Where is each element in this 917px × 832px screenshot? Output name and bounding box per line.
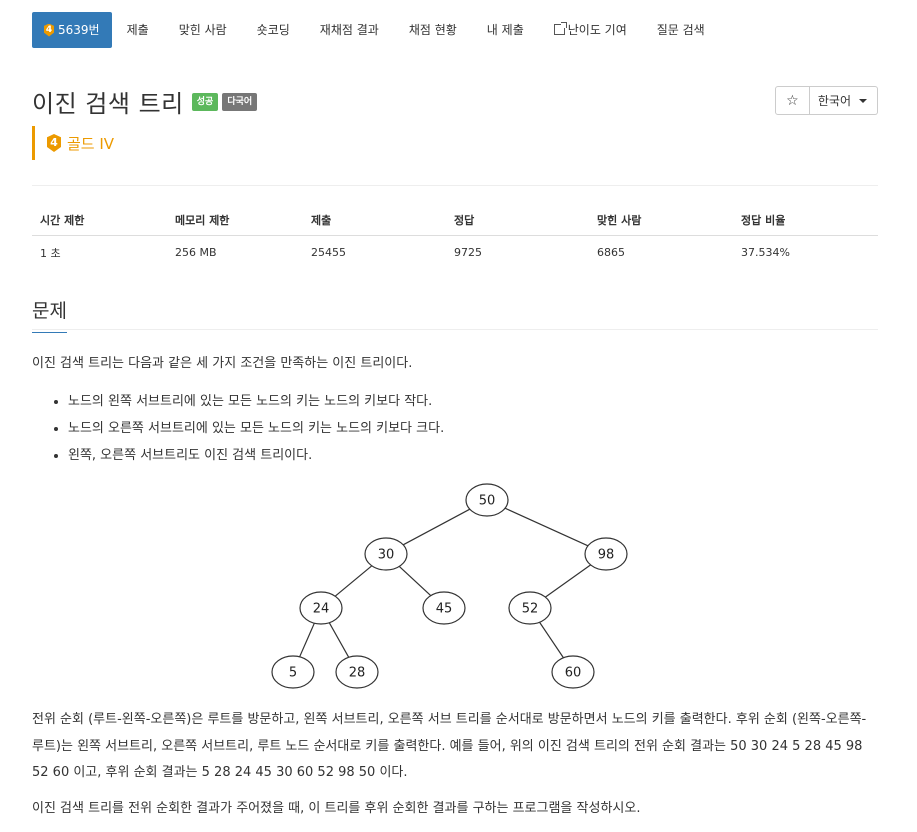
tree-node: 50 xyxy=(465,483,509,517)
tree-edge xyxy=(398,565,432,597)
tree-node: 60 xyxy=(551,655,595,689)
tree-edge xyxy=(545,564,591,598)
tree-edge xyxy=(328,622,350,658)
tree-node: 5 xyxy=(271,655,315,689)
tree-node-label: 30 xyxy=(378,548,395,563)
tree-node: 45 xyxy=(422,591,466,625)
tree-node-label: 28 xyxy=(349,666,366,681)
tree-edge xyxy=(402,508,471,546)
tree-node-label: 5 xyxy=(289,666,297,681)
tree-node-label: 45 xyxy=(436,602,453,617)
tree-node-label: 24 xyxy=(313,602,330,617)
task-paragraph: 이진 검색 트리를 전위 순회한 결과가 주어졌을 때, 이 트리를 후위 순회… xyxy=(32,801,641,816)
tree-node: 30 xyxy=(364,537,408,571)
tree-node: 52 xyxy=(508,591,552,625)
tree-node: 24 xyxy=(299,591,343,625)
tree-edge xyxy=(334,565,373,597)
tree-edge xyxy=(299,622,315,658)
tree-node-label: 60 xyxy=(565,666,582,681)
tree-edge xyxy=(504,507,589,547)
tree-node-label: 98 xyxy=(598,548,615,563)
tree-node: 28 xyxy=(335,655,379,689)
tree-node: 98 xyxy=(584,537,628,571)
tree-node-label: 52 xyxy=(522,602,539,617)
tree-node-label: 50 xyxy=(479,494,496,509)
traversal-paragraph: 전위 순회 (루트-왼쪽-오른쪽)은 루트를 방문하고, 왼쪽 서브트리, 오른… xyxy=(32,712,867,780)
tree-edge xyxy=(539,621,564,659)
